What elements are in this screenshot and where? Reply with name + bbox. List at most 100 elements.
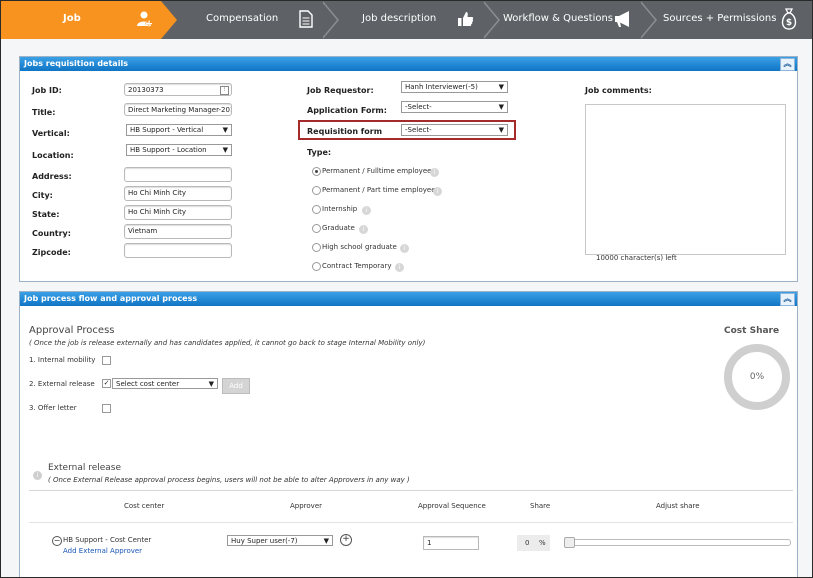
chevron-down-icon: ▼ [498,103,504,111]
collapse-icon[interactable]: ︽ [780,58,795,71]
adjust-share-slider[interactable] [564,537,791,548]
calculator-icon[interactable]: ⁝ [220,86,229,95]
title-field[interactable]: Direct Marketing Manager-2013 [124,103,232,116]
chevron-down-icon: ▼ [208,380,214,388]
approval-note: ( Once the job is release externally and… [29,339,426,347]
requisition-panel: Jobs requisition details ︽ Job ID: Title… [19,56,798,282]
money-bag-icon: $ [781,8,797,30]
step-job[interactable]: Job [1,1,161,39]
info-icon[interactable]: i [400,244,409,253]
country-field[interactable]: Vietnam [124,224,232,239]
step-sources-permissions[interactable]: Sources + Permissions $ [657,1,812,39]
remove-icon[interactable]: − [52,536,62,546]
table-divider [29,522,793,523]
chevron-down-icon: ▼ [498,83,504,91]
type-radio-parttime[interactable] [312,186,321,195]
step-job-description[interactable]: Job description [339,1,484,39]
vertical-label: Vertical: [32,129,70,138]
col-approval-sequence: Approval Sequence [418,502,486,510]
city-field[interactable]: Ho Chi Minh City [124,186,232,201]
vertical-select[interactable]: HB Support - Vertical ▼ [126,124,232,136]
requisition-form-label: Requisition form [307,127,383,136]
job-requestor-label: Job Requestor: [307,86,374,95]
table-divider [29,490,793,491]
cost-center-select[interactable]: Select cost center ▼ [112,378,218,389]
app-window: Job Compensation Job description Workflo… [0,0,813,578]
step-separator-fill [321,1,337,39]
item-external-release: 2. External release [29,380,95,388]
application-form-value: -Select- [405,103,432,111]
job-requestor-select[interactable]: Hanh Interviewer(-5) ▼ [401,81,508,93]
step-workflow-questions-label: Workflow & Questions [503,13,614,24]
external-note-text: Once External Release approval process b… [52,476,405,484]
external-note: ( Once External Release approval process… [48,476,410,484]
add-button[interactable]: Add [222,378,250,394]
approver-select[interactable]: Huy Super user(-7) ▼ [227,535,333,546]
info-icon[interactable]: i [362,206,371,215]
step-job-arrow [161,1,177,39]
document-icon [299,10,313,28]
job-requestor-value: Hanh Interviewer(-5) [405,83,478,91]
info-icon[interactable]: i [395,263,404,272]
external-release-title: External release [48,463,122,473]
type-radio-internship[interactable] [312,205,321,214]
step-job-description-label: Job description [362,13,437,24]
title-label: Title: [32,108,56,117]
process-panel: Job process flow and approval process ︽ … [19,291,798,577]
type-radio-fulltime[interactable] [312,167,321,176]
address-label: Address: [32,172,72,181]
collapse-icon[interactable]: ︽ [780,293,795,306]
step-workflow-questions[interactable]: Workflow & Questions [500,1,641,39]
external-release-checkbox[interactable]: ✓ [102,379,111,388]
approval-process-title: Approval Process [29,325,115,336]
job-id-value: 20130373 [128,86,164,94]
cost-share-value: 0% [749,372,765,382]
application-form-label: Application Form: [307,106,387,115]
share-field: 0 % [517,535,550,551]
type-label: Type: [307,148,332,157]
approval-sequence-field[interactable]: 1 [423,536,479,550]
type-label-contract: Contract Temporary [322,262,392,270]
slider-handle[interactable] [564,537,575,548]
chevron-down-icon: ▼ [222,146,228,154]
offer-letter-checkbox[interactable] [102,404,111,413]
state-label: State: [32,210,60,219]
job-id-field[interactable]: 20130373 ⁝ [124,83,232,96]
internal-mobility-checkbox[interactable] [102,356,111,365]
approver-select-value: Huy Super user(-7) [231,537,298,545]
type-radio-contract[interactable] [312,262,321,271]
info-icon[interactable]: i [433,187,442,196]
type-radio-graduate[interactable] [312,224,321,233]
job-id-label: Job ID: [32,86,62,95]
info-icon[interactable]: i [430,168,439,177]
info-icon[interactable]: i [33,471,42,480]
process-panel-header: Job process flow and approval process ︽ [20,292,797,306]
requisition-form-value: -Select- [405,126,432,134]
add-external-approver-link[interactable]: Add External Approver [63,547,142,555]
svg-text:$: $ [786,18,792,28]
add-approver-icon[interactable]: + [340,534,352,546]
share-unit: % [539,539,546,547]
location-select[interactable]: HB Support - Location ▼ [126,144,232,156]
application-form-select[interactable]: -Select- ▼ [401,101,508,113]
address-field[interactable] [124,167,232,182]
zipcode-field[interactable] [124,243,232,258]
chars-left: 10000 character(s) left [596,254,677,262]
type-radio-highschool[interactable] [312,243,321,252]
location-select-value: HB Support - Location [130,146,207,154]
info-icon[interactable]: i [359,225,368,234]
item-offer-letter: 3. Offer letter [29,404,77,412]
requisition-form-select[interactable]: -Select- ▼ [401,124,508,136]
job-comments-textarea[interactable] [585,104,786,255]
type-label-graduate: Graduate [322,224,355,232]
type-label-internship: Internship [322,205,358,213]
type-label-parttime: Permanent / Part time employee [322,186,436,194]
share-value: 0 [525,539,530,547]
state-field[interactable]: Ho Chi Minh City [124,205,232,220]
vertical-select-value: HB Support - Vertical [130,126,204,134]
job-comments-label: Job comments: [585,86,652,95]
requisition-panel-header: Jobs requisition details ︽ [20,57,797,71]
step-separator-fill [639,1,655,39]
step-compensation[interactable]: Compensation [177,1,323,39]
requisition-panel-title: Jobs requisition details [24,59,128,68]
